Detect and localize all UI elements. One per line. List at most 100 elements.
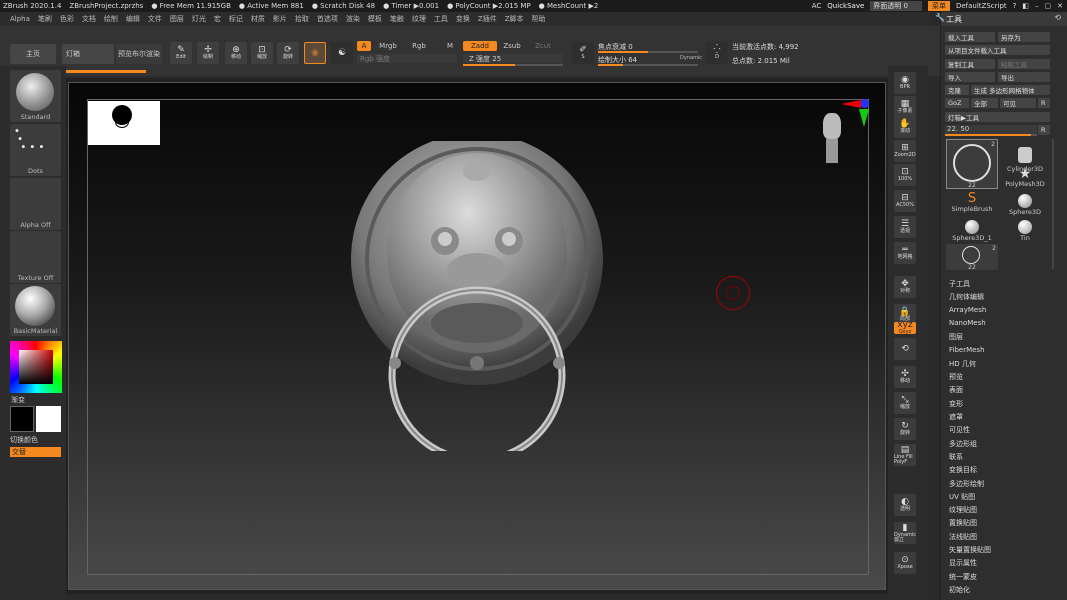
- right-tray-button-10[interactable]: xyz Qxyz: [894, 321, 916, 335]
- subpalette-20[interactable]: 矢量置换贴图: [949, 545, 991, 555]
- subpalette-0[interactable]: 子工具: [949, 279, 970, 289]
- preview-boolean-button[interactable]: 预览布尔渲染: [116, 44, 162, 64]
- layout-icon[interactable]: ◧: [1022, 2, 1029, 10]
- subpalette-11[interactable]: 可见性: [949, 425, 970, 435]
- subpalette-16[interactable]: UV 贴图: [949, 492, 975, 502]
- home-button[interactable]: 主页: [10, 44, 56, 64]
- menu-item-10[interactable]: 标记: [229, 14, 243, 24]
- tool-panel-refresh-icon[interactable]: ⟲: [1054, 13, 1061, 22]
- subpalette-17[interactable]: 纹理贴图: [949, 505, 977, 515]
- navigation-head-icon[interactable]: [821, 113, 843, 169]
- rgb-intensity-slider[interactable]: Rgb 强度: [357, 54, 457, 63]
- right-tray-button-2[interactable]: ✋ 滚动: [894, 116, 916, 138]
- goz-all-button[interactable]: 全部: [971, 98, 998, 108]
- subpalette-14[interactable]: 变换目标: [949, 465, 977, 475]
- subpalette-4[interactable]: 图层: [949, 332, 963, 342]
- menu-item-21[interactable]: Z插件: [478, 14, 497, 24]
- gradient-label[interactable]: 渐变: [11, 395, 25, 405]
- menu-item-2[interactable]: 色彩: [60, 14, 74, 24]
- subpalette-5[interactable]: FiberMesh: [949, 346, 985, 354]
- subpalette-7[interactable]: 预览: [949, 372, 963, 382]
- right-tray-button-11[interactable]: ⟲: [894, 338, 916, 360]
- lightbox-tools-button[interactable]: 灯箱▶工具: [945, 112, 1050, 122]
- menu-item-4[interactable]: 绘制: [104, 14, 118, 24]
- menu-item-20[interactable]: 变换: [456, 14, 470, 24]
- menu-item-14[interactable]: 首选项: [317, 14, 338, 24]
- default-zscript[interactable]: DefaultZScript: [956, 2, 1007, 10]
- subpalette-3[interactable]: NanoMesh: [949, 319, 986, 327]
- canvas-area[interactable]: [66, 78, 888, 594]
- right-tray-button-8[interactable]: ✥ 对称: [894, 276, 916, 298]
- menu-item-8[interactable]: 灯光: [192, 14, 206, 24]
- alternate-button[interactable]: 交替: [10, 447, 61, 457]
- maximize-icon[interactable]: ▢: [1045, 2, 1052, 10]
- lightbox-button[interactable]: 灯箱: [62, 44, 114, 64]
- menu-item-17[interactable]: 笔触: [390, 14, 404, 24]
- right-tray-button-16[interactable]: ◐ 透明: [894, 494, 916, 516]
- subpalette-21[interactable]: 显示属性: [949, 558, 977, 568]
- subpalette-18[interactable]: 置换贴图: [949, 518, 977, 528]
- subpalette-12[interactable]: 多边形组: [949, 439, 977, 449]
- menu-item-6[interactable]: 文件: [148, 14, 162, 24]
- texture-off[interactable]: Texture Off: [10, 231, 61, 283]
- material-sphere-button[interactable]: ◉: [304, 42, 326, 64]
- stroke-s-button[interactable]: ✐ S: [572, 42, 594, 64]
- subpalette-10[interactable]: 遮罩: [949, 412, 963, 422]
- quicksave-button[interactable]: QuickSave: [827, 2, 864, 10]
- menu-item-15[interactable]: 渲染: [346, 14, 360, 24]
- paste-tool-button[interactable]: 粘贴工具: [998, 59, 1050, 69]
- menu-item-23[interactable]: 帮助: [532, 14, 546, 24]
- switch-color-button[interactable]: 切换颜色: [10, 435, 38, 445]
- alpha-off[interactable]: Alpha Off: [10, 178, 61, 230]
- menu-item-12[interactable]: 影片: [273, 14, 287, 24]
- tool-thumb-tin[interactable]: Tin: [1003, 220, 1047, 244]
- right-tray-button-1[interactable]: ▦ 子像素: [894, 96, 916, 118]
- tool-thumb-active[interactable]: 2 22: [946, 139, 998, 189]
- subpalette-15[interactable]: 多边形绘制: [949, 479, 984, 489]
- document-canvas[interactable]: [68, 82, 886, 590]
- menu-item-22[interactable]: Z脚本: [505, 14, 524, 24]
- goz-button[interactable]: GoZ: [945, 98, 969, 108]
- subpalette-1[interactable]: 几何体编辑: [949, 292, 984, 302]
- stroke-d-button[interactable]: ⁛ D: [706, 42, 728, 64]
- dynamic-toggle[interactable]: Dynamic: [680, 55, 702, 61]
- subpalette-9[interactable]: 变形: [949, 399, 963, 409]
- minimize-icon[interactable]: –: [1035, 2, 1039, 10]
- ac-label[interactable]: AC: [812, 2, 822, 10]
- right-tray-button-13[interactable]: ⤡ 缩放: [894, 392, 916, 414]
- door-knocker-model[interactable]: [349, 141, 609, 451]
- move-button[interactable]: ⊕ 移动: [225, 42, 247, 64]
- load-tool-button[interactable]: 载入工具: [945, 32, 995, 42]
- right-tray-button-14[interactable]: ↻ 旋转: [894, 418, 916, 440]
- copy-tool-button[interactable]: 复制工具: [945, 59, 995, 69]
- color-picker[interactable]: [10, 341, 62, 393]
- menu-item-11[interactable]: 材质: [251, 14, 265, 24]
- subpalette-2[interactable]: ArrayMesh: [949, 306, 986, 314]
- zcut-button[interactable]: Zcut: [530, 41, 556, 51]
- menu-button[interactable]: 菜单: [927, 1, 950, 11]
- z-intensity-slider[interactable]: Z 强度 25: [463, 54, 563, 63]
- menu-item-5[interactable]: 编辑: [126, 14, 140, 24]
- m-button[interactable]: M: [440, 41, 460, 51]
- menu-item-19[interactable]: 工具: [434, 14, 448, 24]
- load-from-project-button[interactable]: 从项目文件载入工具: [945, 45, 1050, 55]
- mrgb-button[interactable]: Mrgb: [373, 41, 403, 51]
- subpalette-23[interactable]: 初始化: [949, 585, 970, 595]
- draw-button[interactable]: ✢ 绘制: [197, 42, 219, 64]
- menu-item-16[interactable]: 模板: [368, 14, 382, 24]
- color-toggle-button[interactable]: ☯: [331, 42, 353, 64]
- tool-r-button[interactable]: R: [1038, 125, 1050, 135]
- subpalette-19[interactable]: 法线贴图: [949, 532, 977, 542]
- zsub-button[interactable]: Zsub: [499, 41, 525, 51]
- right-tray-button-15[interactable]: ▤ Line Fill PolyF: [894, 444, 916, 466]
- edit-button[interactable]: ✎ Edit: [170, 42, 192, 64]
- export-button[interactable]: 导出: [998, 72, 1050, 82]
- right-tray-button-12[interactable]: ✣ 移动: [894, 366, 916, 388]
- zadd-button[interactable]: Zadd: [463, 41, 497, 51]
- goz-visible-button[interactable]: 可见: [1000, 98, 1036, 108]
- subpalette-6[interactable]: HD 几何: [949, 359, 976, 369]
- clone-button[interactable]: 克隆: [945, 85, 969, 95]
- import-button[interactable]: 导入: [945, 72, 995, 82]
- right-tray-button-3[interactable]: ⊞ Zoom2D: [894, 140, 916, 162]
- tool-thumb-simplebrush[interactable]: Ѕ SimpleBrush: [946, 192, 998, 218]
